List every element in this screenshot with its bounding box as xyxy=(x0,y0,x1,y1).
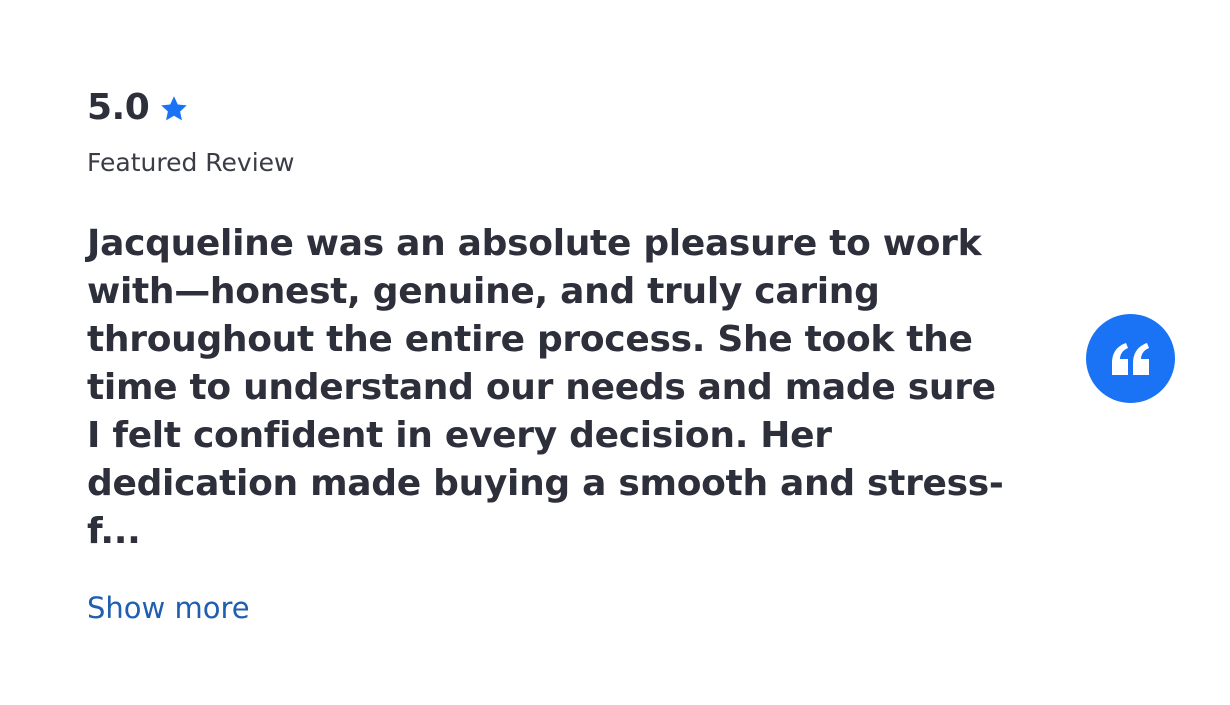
featured-review-label: Featured Review xyxy=(87,148,295,177)
rating-value: 5.0 xyxy=(87,87,150,128)
rating-row: 5.0 xyxy=(87,86,189,130)
review-text-line: with—honest, genuine, and truly caring xyxy=(87,271,880,312)
review-text-line: Jacqueline was an absolute pleasure to w… xyxy=(87,223,982,264)
quote-icon xyxy=(1086,314,1175,403)
review-text-line: time to understand our needs and made su… xyxy=(87,367,996,408)
featured-review-card: 5.0 Featured Review Jacqueline was an ab… xyxy=(0,0,1230,705)
review-text-line: f... xyxy=(87,511,141,552)
show-more-link[interactable]: Show more xyxy=(87,588,250,628)
review-text-line: throughout the entire process. She took … xyxy=(87,319,973,360)
review-text-line: dedication made buying a smooth and stre… xyxy=(87,463,1004,504)
star-icon xyxy=(159,94,189,124)
review-text-line: I felt confident in every decision. Her xyxy=(87,415,832,456)
review-text: Jacqueline was an absolute pleasure to w… xyxy=(87,220,1017,556)
